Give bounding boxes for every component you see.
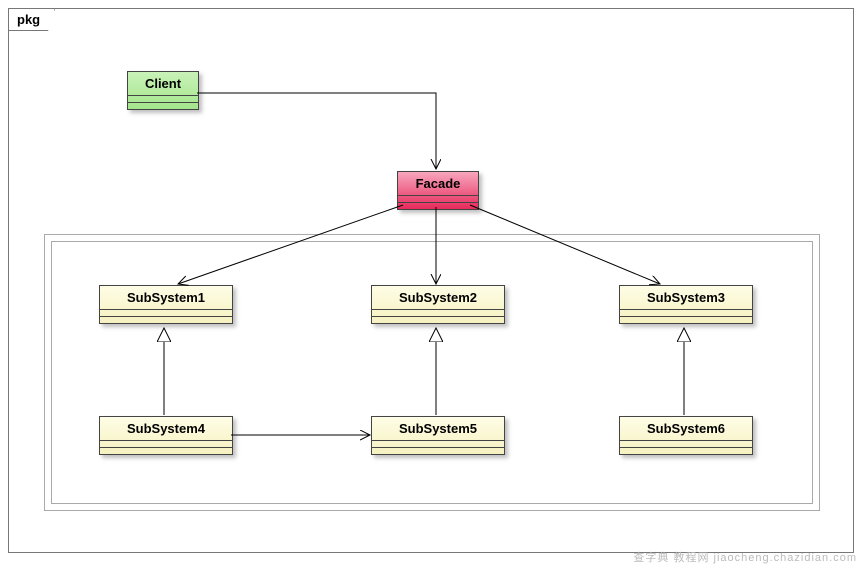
class-name: Facade	[398, 172, 478, 196]
package-label: pkg	[8, 8, 55, 31]
watermark: 查字典 教程网 jiaocheng.chazidian.com	[633, 549, 857, 565]
class-facade: Facade	[397, 171, 479, 210]
class-subsystem1: SubSystem1	[99, 285, 233, 324]
package-frame: pkg Client Facade SubSystem1 SubSystem2 …	[8, 8, 854, 553]
class-name: SubSystem3	[620, 286, 752, 310]
class-subsystem6: SubSystem6	[619, 416, 753, 455]
diagram-canvas: pkg Client Facade SubSystem1 SubSystem2 …	[0, 0, 865, 568]
class-subsystem5: SubSystem5	[371, 416, 505, 455]
class-name: SubSystem2	[372, 286, 504, 310]
class-name: SubSystem1	[100, 286, 232, 310]
class-subsystem4: SubSystem4	[99, 416, 233, 455]
class-subsystem3: SubSystem3	[619, 285, 753, 324]
class-name: SubSystem6	[620, 417, 752, 441]
class-subsystem2: SubSystem2	[371, 285, 505, 324]
subsystem-frame-inner	[51, 241, 813, 504]
class-name: SubSystem5	[372, 417, 504, 441]
class-name: Client	[128, 72, 198, 96]
class-name: SubSystem4	[100, 417, 232, 441]
class-client: Client	[127, 71, 199, 110]
